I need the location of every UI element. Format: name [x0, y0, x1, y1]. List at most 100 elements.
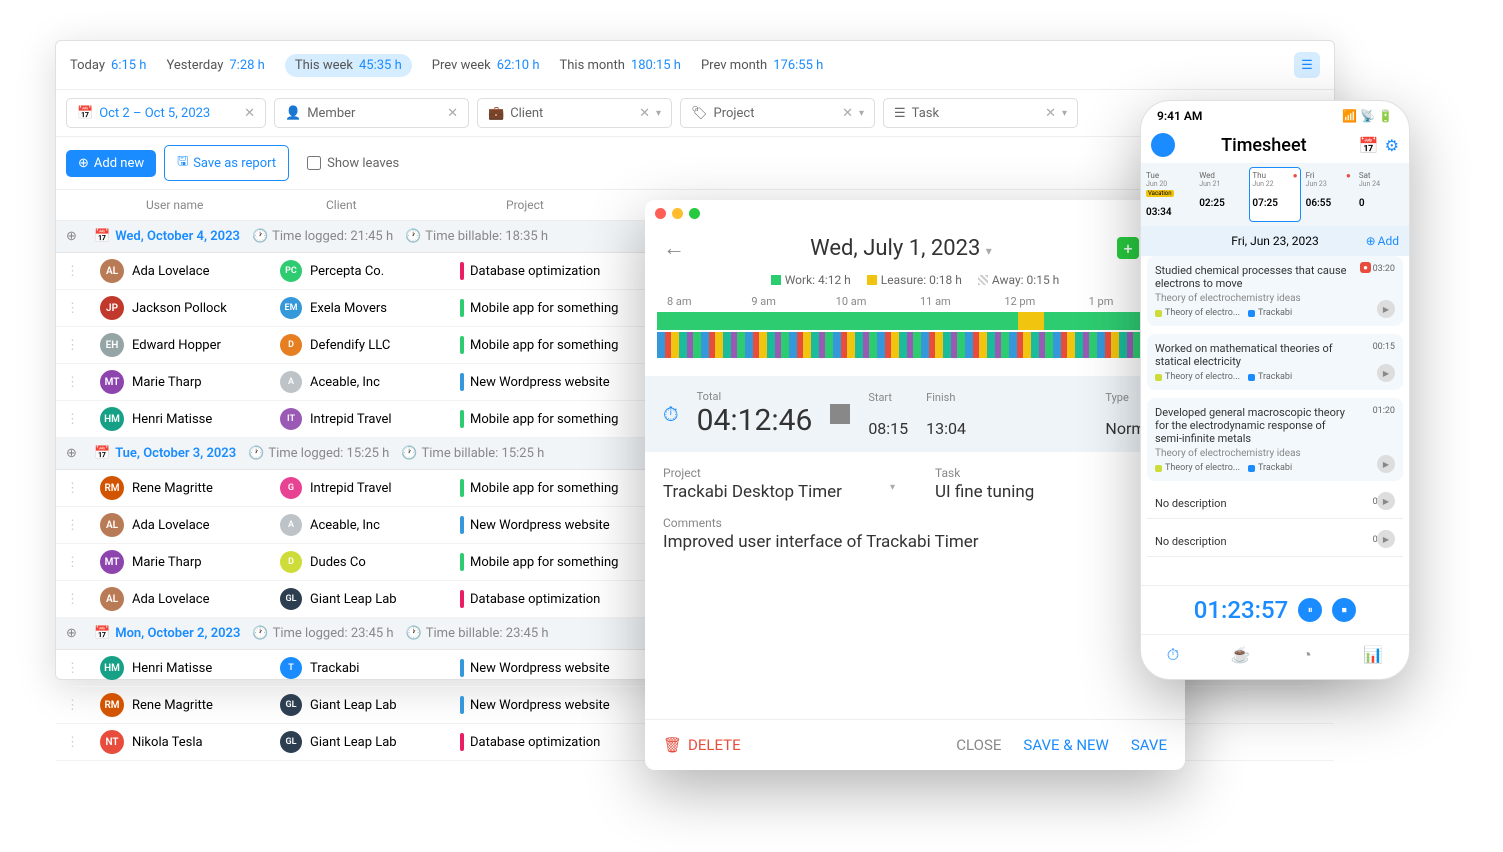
drag-handle-icon[interactable]: ⋮ [66, 555, 80, 570]
client-name: Percepta Co. [310, 264, 384, 279]
save-as-report-button[interactable]: 🖫 Save as report [164, 145, 289, 181]
start-time[interactable]: 08:15 [868, 419, 908, 438]
back-icon[interactable]: ← [663, 235, 685, 261]
drag-handle-icon[interactable]: ⋮ [66, 698, 80, 713]
period-this-week[interactable]: This week 45:35 h [285, 54, 412, 77]
user-avatar: AL [100, 587, 124, 611]
mobile-day[interactable]: Tue Jun 20 Vacation 03:34 [1143, 167, 1194, 222]
play-icon[interactable]: ▶ [1377, 364, 1395, 382]
play-icon[interactable]: ▶ [1377, 530, 1395, 548]
delete-button[interactable]: 🗑 DELETE [663, 736, 741, 754]
stop-button[interactable]: ⏹ [1332, 598, 1356, 622]
period-today[interactable]: Today 6:15 h [70, 58, 146, 73]
user-cell: AL Ada Lovelace [100, 259, 280, 283]
finish-time[interactable]: 13:04 [926, 419, 966, 438]
mobile-entry[interactable]: 02:10 No description ▶ [1147, 527, 1403, 557]
project-filter[interactable]: 🏷 Project ✕▾ [680, 98, 875, 128]
client-cell: G Intrepid Travel [280, 477, 460, 499]
settings-button[interactable]: ☰ [1294, 52, 1320, 78]
stop-icon[interactable] [830, 404, 850, 424]
nav-timer-icon[interactable]: ⏱ [1167, 645, 1179, 665]
user-cell: RM Rene Magritte [100, 476, 280, 500]
save-and-new-button[interactable]: SAVE & NEW [1023, 736, 1108, 754]
clear-icon[interactable]: ✕ [1045, 106, 1056, 121]
entry-duration: 00:15 [1373, 342, 1395, 352]
date-range-filter[interactable]: 📅 Oct 2 – Oct 5, 2023 ✕ [66, 98, 266, 128]
day-date[interactable]: 📅 Tue, October 3, 2023 [94, 446, 236, 461]
mobile-add-button[interactable]: ⊕ Add [1366, 234, 1399, 248]
mobile-day[interactable]: Wed Jun 21 02:25 [1196, 167, 1247, 222]
drag-handle-icon[interactable]: ⋮ [66, 338, 80, 353]
save-icon: 🖫 [177, 152, 188, 174]
play-icon[interactable]: ▶ [1377, 492, 1395, 510]
period-this-month[interactable]: This month 180:15 h [559, 58, 681, 73]
expand-day-icon[interactable]: ⊕ [66, 229, 82, 244]
show-leaves-input[interactable] [307, 156, 321, 170]
mobile-entry[interactable]: ● 03:20 Studied chemical processes that … [1147, 256, 1403, 326]
timer-date[interactable]: Wed, July 1, 2023 ▾ [685, 236, 1117, 261]
project-cell: New Wordpress website [460, 373, 660, 391]
expand-day-icon[interactable]: ⊕ [66, 446, 82, 461]
task-filter[interactable]: ☰ Task ✕▾ [883, 98, 1078, 128]
clear-icon[interactable]: ✕ [447, 106, 458, 121]
add-new-button[interactable]: ⊕ Add new [66, 150, 156, 177]
drag-handle-icon[interactable]: ⋮ [66, 481, 80, 496]
client-badge: EM [280, 297, 302, 319]
save-button[interactable]: SAVE [1131, 736, 1167, 754]
close-button[interactable]: CLOSE [956, 736, 1001, 754]
drag-handle-icon[interactable]: ⋮ [66, 264, 80, 279]
minimize-window-icon[interactable] [672, 208, 683, 219]
drag-handle-icon[interactable]: ⋮ [66, 412, 80, 427]
period-label: This month [559, 58, 624, 73]
clear-icon[interactable]: ✕ [639, 106, 650, 121]
period-summary-bar: Today 6:15 h Yesterday 7:28 h This week 45… [56, 41, 1334, 90]
drag-handle-icon[interactable]: ⋮ [66, 301, 80, 316]
comments-value[interactable]: Improved user interface of Trackabi Time… [663, 532, 1167, 552]
mobile-day[interactable]: Fri● Jun 23 06:55 [1303, 167, 1354, 222]
mobile-entry[interactable]: 01:20 Developed general macroscopic theo… [1147, 398, 1403, 481]
day-date[interactable]: 📅 Mon, October 2, 2023 [94, 626, 240, 641]
client-cell: D Dudes Co [280, 551, 460, 573]
mobile-day[interactable]: Sat Jun 24 0 [1356, 167, 1407, 222]
play-icon[interactable]: ▶ [1377, 455, 1395, 473]
gear-icon[interactable]: ⚙ [1385, 136, 1399, 155]
user-name: Rene Magritte [132, 481, 213, 496]
mobile-entry[interactable]: 00:20 No description ▶ [1147, 489, 1403, 519]
show-leaves-checkbox[interactable]: Show leaves [307, 156, 399, 171]
member-filter[interactable]: 👤 Member ✕ [274, 98, 469, 128]
day-date: Jun 20 [1146, 180, 1191, 188]
maximize-window-icon[interactable] [689, 208, 700, 219]
expand-day-icon[interactable]: ⊕ [66, 626, 82, 641]
mobile-entry[interactable]: 00:15 Worked on mathematical theories of… [1147, 334, 1403, 390]
nav-stats-icon[interactable]: 📊 [1363, 645, 1383, 665]
drag-handle-icon[interactable]: ⋮ [66, 661, 80, 676]
clear-icon[interactable]: ✕ [842, 106, 853, 121]
entry-tag: Trackabi [1248, 372, 1292, 382]
client-filter[interactable]: 💼 Client ✕▾ [477, 98, 672, 128]
plus-icon: ⊕ [1366, 234, 1376, 248]
drag-handle-icon[interactable]: ⋮ [66, 735, 80, 750]
task-value[interactable]: UI fine tuning [935, 482, 1167, 502]
user-cell: HM Henri Matisse [100, 407, 280, 431]
period-prev-week[interactable]: Prev week 62:10 h [432, 58, 540, 73]
mobile-entries-list[interactable]: ● 03:20 Studied chemical processes that … [1141, 256, 1409, 585]
mobile-day[interactable]: Thu● Jun 22 07:25 [1249, 167, 1300, 222]
mobile-add-label: Add [1378, 234, 1399, 248]
drag-handle-icon[interactable]: ⋮ [66, 375, 80, 390]
user-avatar: MT [100, 550, 124, 574]
clear-icon[interactable]: ✕ [244, 106, 255, 121]
play-icon[interactable]: ▶ [1377, 300, 1395, 318]
drag-handle-icon[interactable]: ⋮ [66, 592, 80, 607]
period-prev-month[interactable]: Prev month 176:55 h [701, 58, 823, 73]
nav-reports-icon[interactable]: ◔ [1302, 645, 1312, 665]
close-window-icon[interactable] [655, 208, 666, 219]
app-logo-icon[interactable] [1151, 133, 1175, 157]
add-entry-button[interactable]: + [1117, 237, 1139, 259]
nav-break-icon[interactable]: ☕ [1231, 645, 1251, 665]
calendar-icon[interactable]: 📅 [1359, 136, 1379, 155]
drag-handle-icon[interactable]: ⋮ [66, 518, 80, 533]
period-yesterday[interactable]: Yesterday 7:28 h [166, 58, 264, 73]
project-select[interactable]: Trackabi Desktop Timer ▾ [663, 482, 895, 502]
pause-button[interactable]: ⏸ [1298, 598, 1322, 622]
day-date[interactable]: 📅 Wed, October 4, 2023 [94, 229, 240, 244]
